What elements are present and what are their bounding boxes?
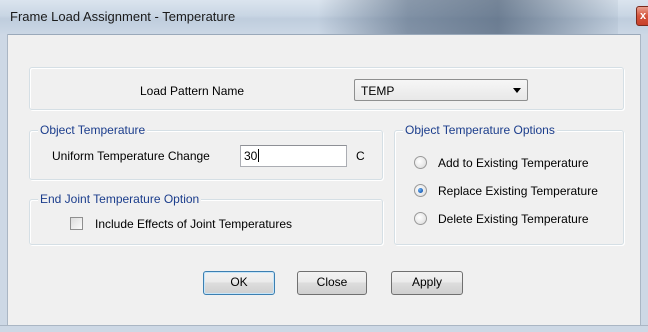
- load-pattern-dropdown[interactable]: TEMP: [354, 79, 528, 101]
- load-pattern-value: TEMP: [361, 84, 395, 98]
- title-bar[interactable]: Frame Load Assignment - Temperature x: [0, 0, 648, 35]
- include-joint-temperatures-label: Include Effects of Joint Temperatures: [95, 217, 292, 231]
- end-joint-legend: End Joint Temperature Option: [38, 192, 202, 206]
- replace-temperature-radio[interactable]: [414, 184, 427, 197]
- chevron-down-icon: [513, 88, 521, 93]
- delete-temperature-label: Delete Existing Temperature: [438, 212, 589, 226]
- uniform-temperature-label: Uniform Temperature Change: [52, 149, 210, 163]
- delete-temperature-radio[interactable]: [414, 212, 427, 225]
- close-icon[interactable]: x: [636, 6, 648, 26]
- ok-button[interactable]: OK: [203, 271, 275, 295]
- window-frame-right: [640, 34, 648, 331]
- load-pattern-group: [29, 67, 624, 110]
- object-temperature-legend: Object Temperature: [38, 123, 148, 137]
- apply-button[interactable]: Apply: [391, 271, 463, 295]
- load-pattern-label: Load Pattern Name: [140, 84, 245, 98]
- replace-temperature-label: Replace Existing Temperature: [438, 184, 598, 198]
- uniform-temperature-input[interactable]: 30: [240, 145, 347, 167]
- include-joint-temperatures-checkbox[interactable]: [70, 217, 83, 230]
- add-temperature-label: Add to Existing Temperature: [438, 156, 589, 170]
- window-title: Frame Load Assignment - Temperature: [10, 9, 236, 24]
- uniform-temperature-value: 30: [244, 149, 258, 163]
- add-temperature-radio[interactable]: [414, 156, 427, 169]
- window-frame-left: [0, 34, 8, 331]
- title-bar-decoration: [318, 0, 618, 34]
- temperature-options-legend: Object Temperature Options: [403, 123, 557, 137]
- text-caret: [258, 149, 260, 162]
- close-button[interactable]: Close: [297, 271, 367, 295]
- temperature-unit-label: C: [356, 149, 365, 163]
